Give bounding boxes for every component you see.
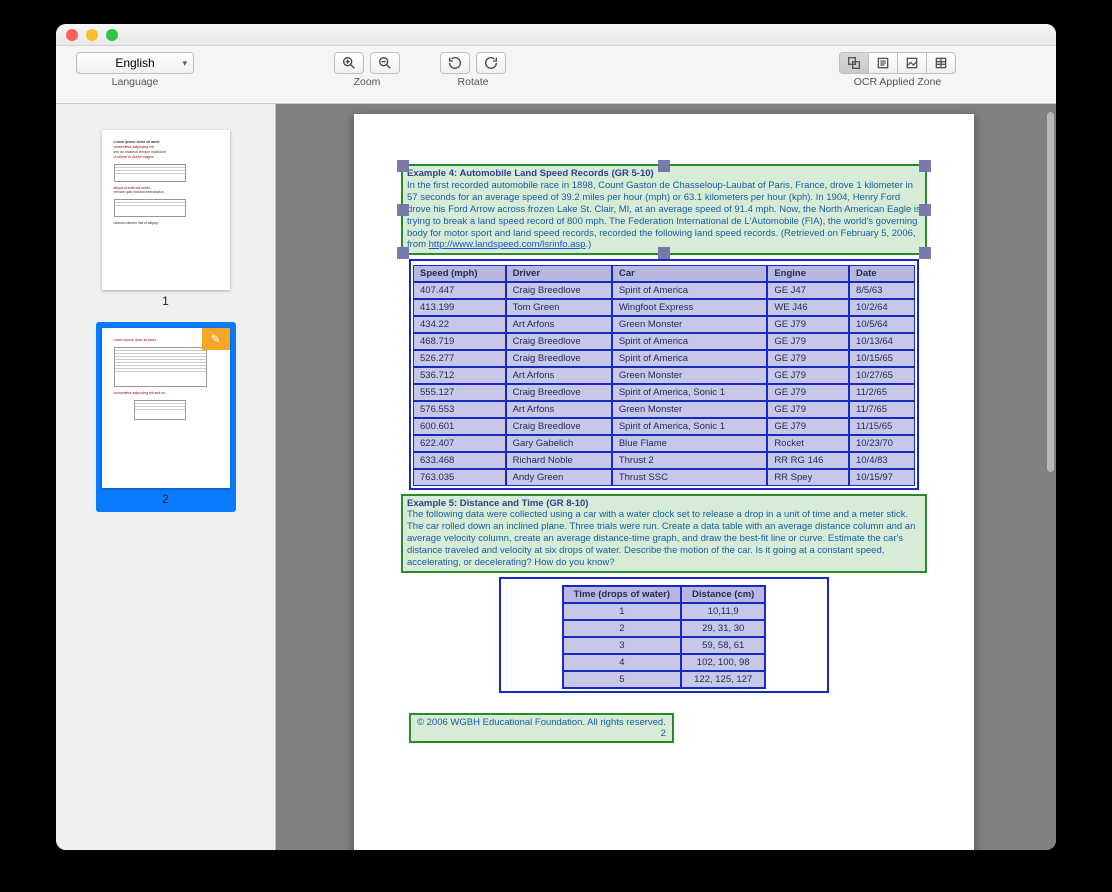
table-row: 576.553Art ArfonsGreen MonsterGE J7911/7… [413, 401, 915, 418]
table-header: Distance (cm) [681, 586, 765, 603]
zone-table-icon [933, 55, 949, 71]
resize-handle[interactable] [658, 247, 670, 259]
rotate-left-icon [447, 55, 463, 71]
resize-handle[interactable] [397, 160, 409, 172]
resize-handle[interactable] [919, 160, 931, 172]
table-header: Engine [767, 265, 849, 282]
table-row: 413.199Tom GreenWingfoot ExpressWE J4610… [413, 299, 915, 316]
speed-records-table: Speed (mph)DriverCarEngineDate 407.447Cr… [413, 265, 915, 486]
table-row: 526.277Craig BreedloveSpirit of AmericaG… [413, 350, 915, 367]
zone-image-icon [904, 55, 920, 71]
ocr-label: OCR Applied Zone [854, 76, 942, 88]
table-row: 633.468Richard NobleThrust 2RR RG 14610/… [413, 452, 915, 469]
table-row: 555.127Craig BreedloveSpirit of America,… [413, 384, 915, 401]
table-row: 600.601Craig BreedloveSpirit of America,… [413, 418, 915, 435]
document-page: Example 4: Automobile Land Speed Records… [354, 114, 974, 850]
copyright-text: © 2006 WGBH Educational Foundation. All … [417, 717, 666, 728]
ocr-zone-text-button[interactable] [868, 52, 898, 74]
table-row: 407.447Craig BreedloveSpirit of AmericaG… [413, 282, 915, 299]
rotate-label: Rotate [458, 76, 489, 88]
ocr-zone-auto-button[interactable] [839, 52, 869, 74]
landspeed-link[interactable]: http://www.landspeed.com/lsrinfo.asp [429, 239, 586, 250]
minimize-icon[interactable] [86, 29, 98, 41]
resize-handle[interactable] [397, 247, 409, 259]
rotate-right-button[interactable] [476, 52, 506, 74]
table-header: Car [612, 265, 767, 282]
language-label: Language [112, 76, 159, 88]
resize-handle[interactable] [658, 160, 670, 172]
ocr-zone-time-table[interactable]: Time (drops of water)Distance (cm) 110,1… [499, 577, 829, 693]
page-canvas[interactable]: Example 4: Automobile Land Speed Records… [276, 104, 1056, 850]
zone-overlap-icon [846, 55, 862, 71]
table-row: 468.719Craig BreedloveSpirit of AmericaG… [413, 333, 915, 350]
table-row: 229, 31, 30 [563, 620, 766, 637]
zoom-in-button[interactable] [334, 52, 364, 74]
zoom-out-icon [377, 55, 393, 71]
zoom-in-icon [341, 55, 357, 71]
table-row: 4102, 100, 98 [563, 654, 766, 671]
example5-title: Example 5: Distance and Time (GR 8-10) [407, 498, 921, 509]
page-number: 2 [417, 728, 666, 739]
app-window: English Language Zoom Rotate [56, 24, 1056, 850]
zoom-out-button[interactable] [370, 52, 400, 74]
resize-handle[interactable] [397, 204, 409, 216]
time-distance-table: Time (drops of water)Distance (cm) 110,1… [562, 585, 767, 689]
rotate-left-button[interactable] [440, 52, 470, 74]
language-select[interactable]: English [76, 52, 194, 74]
zone-text-icon [875, 55, 891, 71]
toolbar: English Language Zoom Rotate [56, 46, 1056, 104]
thumbnail-page-2[interactable]: ✎ Lorem ipsum dolor sit amet consectetur… [96, 322, 236, 512]
table-header: Driver [506, 265, 612, 282]
table-header: Date [849, 265, 915, 282]
page-thumbnail-sidebar: Lorem ipsum dolor sit amet consectetur a… [56, 104, 276, 850]
rotate-right-icon [483, 55, 499, 71]
zoom-label: Zoom [354, 76, 381, 88]
resize-handle[interactable] [919, 204, 931, 216]
table-row: 434.22Art ArfonsGreen MonsterGE J7910/5/… [413, 316, 915, 333]
titlebar [56, 24, 1056, 46]
resize-handle[interactable] [919, 247, 931, 259]
example5-body: The following data were collected using … [407, 509, 921, 568]
ocr-zone-footer[interactable]: © 2006 WGBH Educational Foundation. All … [409, 713, 674, 743]
table-row: 763.035Andy GreenThrust SSCRR Spey10/15/… [413, 469, 915, 486]
vertical-scrollbar[interactable] [1047, 112, 1054, 472]
table-row: 536.712Art ArfonsGreen MonsterGE J7910/2… [413, 367, 915, 384]
table-header: Time (drops of water) [563, 586, 681, 603]
ocr-zone-image-button[interactable] [897, 52, 927, 74]
table-row: 5122, 125, 127 [563, 671, 766, 688]
pencil-icon: ✎ [202, 328, 230, 350]
close-icon[interactable] [66, 29, 78, 41]
table-row: 622.407Gary GabelichBlue FlameRocket10/2… [413, 435, 915, 452]
ocr-zone-speed-table[interactable]: Speed (mph)DriverCarEngineDate 407.447Cr… [409, 259, 919, 490]
zoom-window-icon[interactable] [106, 29, 118, 41]
ocr-zone-example4-text[interactable]: Example 4: Automobile Land Speed Records… [401, 164, 927, 255]
ocr-zone-table-button[interactable] [926, 52, 956, 74]
ocr-zone-example5-text[interactable]: Example 5: Distance and Time (GR 8-10) T… [401, 494, 927, 572]
table-row: 359, 58, 61 [563, 637, 766, 654]
table-row: 110,11,9 [563, 603, 766, 620]
table-header: Speed (mph) [413, 265, 506, 282]
thumbnail-page-1[interactable]: Lorem ipsum dolor sit amet consectetur a… [96, 124, 236, 314]
example4-body: In the first recorded automobile race in… [407, 180, 921, 251]
